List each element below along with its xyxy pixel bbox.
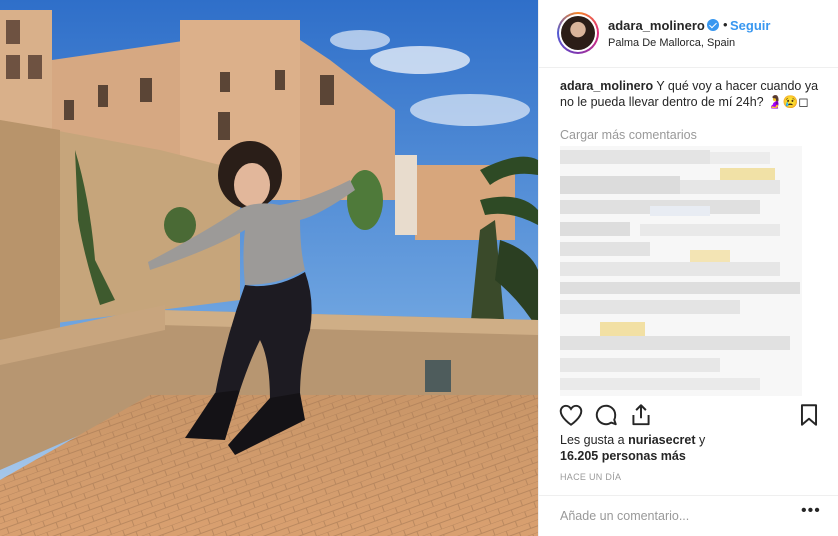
- blurred-comments: [560, 146, 802, 396]
- load-more-comments-button[interactable]: Cargar más comentarios: [560, 128, 697, 142]
- bookmark-icon[interactable]: [796, 402, 822, 428]
- post-timestamp[interactable]: HACE UN DÍA: [560, 472, 621, 482]
- likes-and: y: [699, 433, 706, 447]
- more-options-icon[interactable]: •••: [801, 502, 821, 520]
- avatar[interactable]: [559, 14, 597, 52]
- post-sidebar: adara_molinero • Seguir Palma De Mallorc…: [538, 0, 838, 536]
- instagram-post: adara_molinero • Seguir Palma De Mallorc…: [0, 0, 838, 536]
- likes-count-link[interactable]: 16.205 personas más: [560, 449, 686, 463]
- comment-bubble-icon[interactable]: [593, 402, 619, 428]
- verified-badge-icon: [707, 19, 719, 31]
- avatar-image: [561, 16, 595, 50]
- photo-illustration: [0, 0, 538, 536]
- action-bar: [539, 398, 838, 432]
- share-icon[interactable]: [628, 402, 654, 428]
- likes-user-link[interactable]: nuriasecret: [628, 433, 695, 447]
- post-photo[interactable]: [0, 0, 538, 536]
- caption-username[interactable]: adara_molinero: [560, 79, 653, 93]
- header-username[interactable]: adara_molinero: [608, 18, 705, 33]
- comment-input[interactable]: [560, 506, 790, 526]
- post-header: adara_molinero • Seguir Palma De Mallorc…: [539, 0, 838, 68]
- likes-summary: Les gusta a nuriasecret y 16.205 persona…: [560, 432, 705, 464]
- comment-bar: •••: [539, 495, 838, 536]
- story-ring[interactable]: [557, 12, 599, 54]
- location-link[interactable]: Palma De Mallorca, Spain: [608, 37, 735, 49]
- likes-prefix: Les gusta a: [560, 433, 625, 447]
- pixelated-comments-area: [560, 146, 802, 396]
- separator-dot: •: [723, 17, 728, 32]
- caption: adara_molinero Y qué voy a hacer cuando …: [560, 78, 822, 110]
- follow-button[interactable]: Seguir: [730, 18, 770, 33]
- heart-icon[interactable]: [558, 402, 584, 428]
